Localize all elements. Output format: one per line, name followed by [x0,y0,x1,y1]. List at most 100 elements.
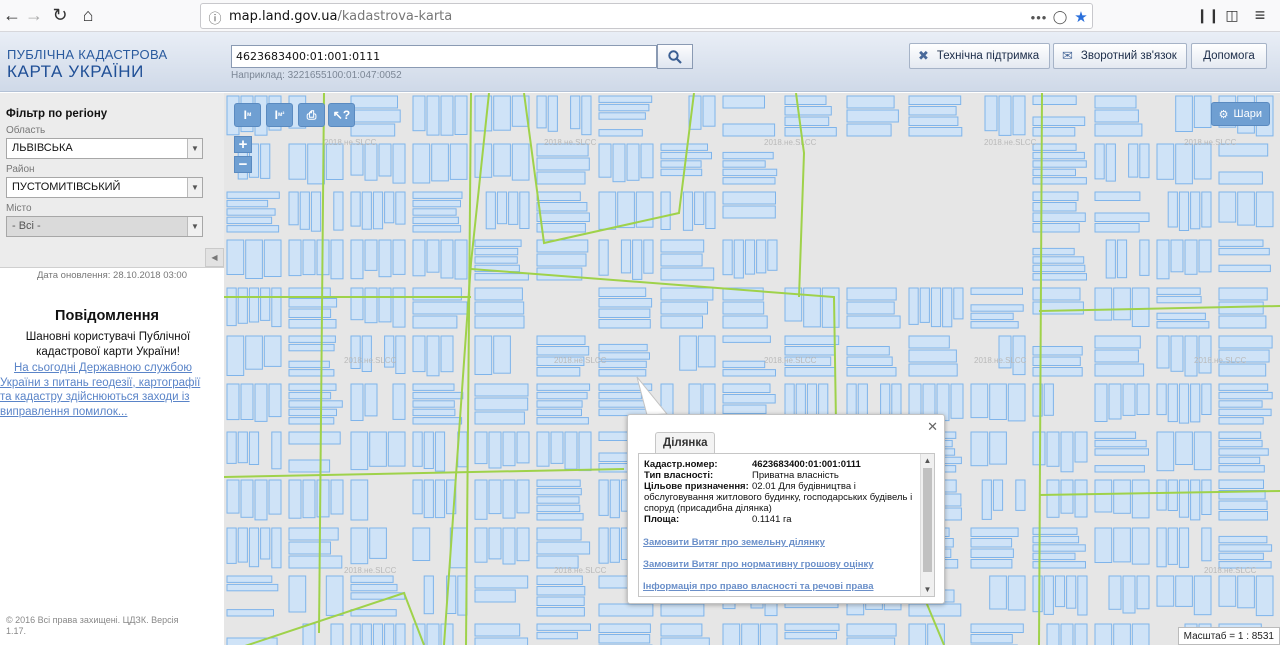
parcel-polygon[interactable] [989,431,1007,465]
parcel-polygon[interactable] [846,346,890,356]
parcel-polygon[interactable] [350,123,396,137]
parcel-polygon[interactable] [1108,383,1122,420]
parcel-polygon[interactable] [970,321,1019,329]
parcel-polygon[interactable] [536,586,586,596]
parcel-polygon[interactable] [1167,191,1178,228]
parcel-polygon[interactable] [908,127,963,137]
parcel-polygon[interactable] [1218,400,1263,408]
parcel-polygon[interactable] [992,479,1004,511]
parcel-polygon[interactable] [1218,575,1237,607]
parcel-polygon[interactable] [226,239,245,275]
parcel-polygon[interactable] [821,287,840,328]
parcel-polygon[interactable] [846,109,899,123]
parcel-polygon[interactable] [846,637,896,645]
parcel-polygon[interactable] [288,417,335,425]
parcel-polygon[interactable] [412,431,423,467]
parcel-polygon[interactable] [516,527,530,562]
support-button[interactable]: ✖ Технічна підтримка [909,43,1050,69]
parcel-polygon[interactable] [226,583,279,592]
parcel-polygon[interactable] [1178,527,1190,568]
parcel-polygon[interactable] [364,287,378,324]
parcel-polygon[interactable] [803,287,821,328]
parcel-polygon[interactable] [598,343,648,352]
parcel-polygon[interactable] [288,431,341,445]
parcel-polygon[interactable] [288,541,331,555]
parcel-polygon[interactable] [1175,95,1193,132]
menu-icon[interactable]: ≡ [1248,3,1272,27]
parcel-polygon[interactable] [423,431,434,469]
parcel-polygon[interactable] [1237,575,1255,609]
parcel-polygon[interactable] [1054,575,1066,608]
parcel-polygon[interactable] [970,623,1024,633]
parcel-polygon[interactable] [1094,439,1147,448]
parcel-polygon[interactable] [412,408,456,417]
parcel-polygon[interactable] [598,239,609,276]
parcel-polygon[interactable] [508,191,519,225]
parcel-polygon[interactable] [688,383,702,417]
parcel-polygon[interactable] [1218,535,1268,544]
parcel-polygon[interactable] [1122,575,1136,614]
parcel-polygon[interactable] [288,319,337,329]
parcel-polygon[interactable] [361,191,372,230]
parcel-polygon[interactable] [226,191,280,199]
parcel-polygon[interactable] [536,408,582,417]
parcel-polygon[interactable] [350,609,397,617]
parcel-polygon[interactable] [302,239,316,276]
measure-area-button[interactable]: Iм² [266,103,293,127]
parcel-polygon[interactable] [474,247,519,256]
parcel-polygon[interactable] [1094,363,1145,377]
parcel-polygon[interactable] [970,527,1019,537]
parcel-polygon[interactable] [784,335,840,345]
parcel-polygon[interactable] [474,637,529,645]
parcel-polygon[interactable] [474,315,525,329]
parcel-polygon[interactable] [350,527,369,565]
parcel-polygon[interactable] [1178,479,1190,518]
parcel-polygon[interactable] [1113,623,1131,645]
parcel-polygon[interactable] [1094,335,1141,349]
region-select[interactable]: ЛЬВІВСЬКА ▼ [6,138,203,159]
parcel-polygon[interactable] [1046,623,1060,645]
feedback-button[interactable]: ✉ Зворотний зв'язок [1053,43,1187,69]
parcel-polygon[interactable] [1218,383,1269,391]
parcel-polygon[interactable] [288,369,335,377]
parcel-polygon[interactable] [474,431,488,465]
scroll-thumb[interactable] [923,468,932,572]
parcel-polygon[interactable] [226,609,274,617]
parcel-polygon[interactable] [288,191,299,226]
parcel-polygon[interactable] [226,479,240,514]
parcel-polygon[interactable] [372,623,384,645]
parcel-polygon[interactable] [1094,143,1105,180]
parcel-polygon[interactable] [536,223,586,233]
parcel-polygon[interactable] [1060,623,1074,645]
parcel-polygon[interactable] [536,575,583,585]
parcel-polygon[interactable] [330,239,344,280]
parcel-polygon[interactable] [1094,109,1139,123]
parcel-polygon[interactable] [536,527,582,541]
parcel-polygon[interactable] [1190,191,1201,230]
parcel-polygon[interactable] [950,383,964,419]
parcel-polygon[interactable] [330,623,344,645]
parcel-polygon[interactable] [350,575,394,583]
parcel-polygon[interactable] [1156,312,1206,321]
parcel-polygon[interactable] [598,143,612,178]
parcel-polygon[interactable] [1156,335,1170,369]
parcel-polygon[interactable] [369,527,387,559]
measure-distance-button[interactable]: Iм [234,103,261,127]
parcel-polygon[interactable] [1218,552,1264,561]
parcel-polygon[interactable] [426,335,440,377]
parcel-polygon[interactable] [245,239,263,279]
parcel-polygon[interactable] [1094,123,1143,137]
parcel-polygon[interactable] [722,623,741,645]
parcel-polygon[interactable] [412,208,457,216]
parcel-polygon[interactable] [1113,287,1131,321]
parcel-polygon[interactable] [660,623,703,637]
parcel-polygon[interactable] [908,95,962,105]
parcel-polygon[interactable] [226,527,237,564]
parcel-polygon[interactable] [1156,527,1167,568]
parcel-polygon[interactable] [722,160,766,168]
parcel-polygon[interactable] [660,253,703,267]
parcel-polygon[interactable] [1046,431,1060,467]
parcel-polygon[interactable] [536,383,591,391]
parcel-polygon[interactable] [1122,383,1136,416]
parcel-polygon[interactable] [493,95,511,131]
